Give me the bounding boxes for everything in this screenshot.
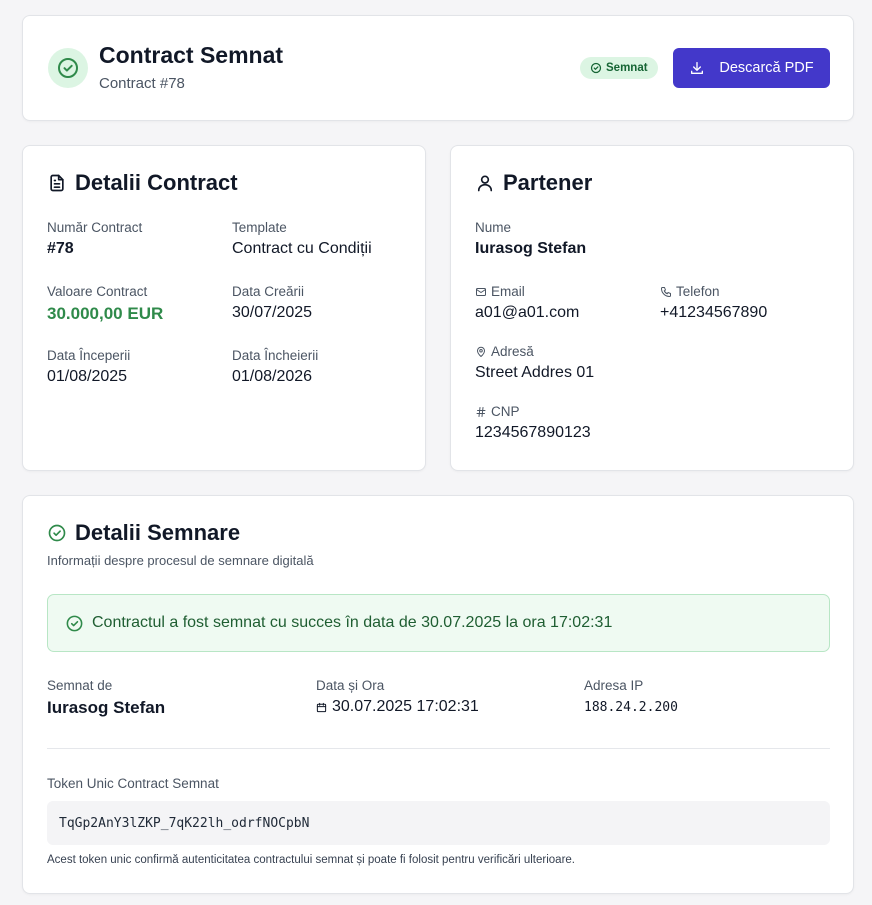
phone-icon [661,286,671,297]
start-date-label: Data Începerii [47,348,131,363]
partner-phone-label-text: Telefon [676,284,720,299]
partner-phone-field: Telefon +41234567890 [660,284,767,322]
partner-phone-value: +41234567890 [660,304,768,321]
partner-cnp-value: 1234567890123 [475,424,591,441]
signed-by-field: Semnat de Iurasog Stefan [47,678,165,718]
partner-cnp-label-text: CNP [491,404,520,419]
template-value: Contract cu Condiții [232,240,372,257]
section-divider [47,748,830,749]
end-date-field: Data Încheierii 01/08/2026 [232,348,318,386]
ip-address-field: Adresa IP 188.24.2.200 [584,678,678,715]
partner-address-value: Street Addres 01 [475,364,595,381]
ip-address-label: Adresa IP [584,678,644,693]
signing-details-subtitle: Informații despre procesul de semnare di… [47,553,314,568]
partner-phone-label: Telefon [660,284,767,299]
end-date-value: 01/08/2026 [232,368,313,385]
contract-number-value: #78 [47,240,74,257]
mail-icon [476,287,486,296]
token-note: Acest token unic confirmă autenticitatea… [47,854,575,866]
contract-number-subtitle: Contract #78 [99,75,185,92]
signing-details-card: Detalii Semnare Informații despre proces… [22,495,854,894]
end-date-label: Data Încheierii [232,348,319,363]
partner-email-label-text: Email [491,284,525,299]
start-date-field: Data Începerii 01/08/2025 [47,348,130,386]
download-icon [691,62,704,74]
check-circle-icon [590,62,602,74]
hash-icon [476,406,486,417]
contract-details-heading: Detalii Contract [47,170,238,196]
header-card: Contract Semnat Contract #78 Semnat Desc… [22,15,854,121]
partner-name-label: Nume [475,220,512,235]
contract-value-label: Valoare Contract [47,284,148,299]
check-circle-icon [66,615,83,631]
template-label: Template [232,220,287,235]
signed-datetime-row: 30.07.2025 17:02:31 [316,698,479,716]
document-icon [50,174,64,192]
partner-email-label: Email [475,284,579,299]
partner-email-value: a01@a01.com [475,304,580,321]
page-title: Contract Semnat [99,42,284,68]
signed-datetime-value: 30.07.2025 17:02:31 [332,698,479,715]
contract-value-field: Valoare Contract 30.000,00 EUR [47,284,163,324]
signing-details-heading: Detalii Semnare [47,520,240,546]
user-icon [477,175,493,192]
ip-address-value: 188.24.2.200 [584,700,678,715]
signed-datetime-label: Data și Ora [316,678,385,693]
contract-details-title: Detalii Contract [75,170,238,195]
partner-cnp-field: CNP 1234567890123 [475,404,591,442]
download-pdf-button[interactable]: Descarcă PDF [673,48,830,88]
signed-status-icon [48,48,88,88]
download-pdf-label: Descarcă PDF [719,60,814,76]
contract-value-amount: 30.000,00 EUR [47,304,164,323]
contract-number-field: Număr Contract #78 [47,220,142,258]
check-circle-icon [48,524,66,542]
token-value-box[interactable]: TqGp2AnY3lZKP_7qK22lh_odrfNOCpbN [47,801,830,845]
token-label: Token Unic Contract Semnat [47,776,219,791]
partner-address-field: Adresă Street Addres 01 [475,344,594,382]
signing-success-message: Contractul a fost semnat cu succes în da… [92,614,613,631]
signed-by-value: Iurasog Stefan [47,698,166,717]
map-pin-icon [477,346,485,357]
start-date-value: 01/08/2025 [47,368,128,385]
created-date-value: 30/07/2025 [232,304,313,321]
contract-number-label: Număr Contract [47,220,143,235]
partner-name-value: Iurasog Stefan [475,240,587,257]
signed-by-label: Semnat de [47,678,113,693]
signing-success-alert: Contractul a fost semnat cu succes în da… [47,594,830,652]
status-badge-label: Semnat [606,62,648,74]
partner-title: Partener [503,170,593,195]
template-field: Template Contract cu Condiții [232,220,372,258]
signed-datetime-field: Data și Ora 30.07.2025 17:02:31 [316,678,479,716]
contract-details-card: Detalii Contract Număr Contract #78 Temp… [22,145,426,471]
partner-name-field: Nume Iurasog Stefan [475,220,586,258]
partner-heading: Partener [475,170,592,196]
calendar-icon [316,702,327,712]
created-date-label: Data Creării [232,284,305,299]
signing-details-title: Detalii Semnare [75,520,241,545]
partner-email-field: Email a01@a01.com [475,284,579,322]
created-date-field: Data Creării 30/07/2025 [232,284,312,322]
token-value[interactable]: TqGp2AnY3lZKP_7qK22lh_odrfNOCpbN [59,816,309,831]
status-badge: Semnat [580,57,658,79]
partner-address-label: Adresă [475,344,594,359]
partner-cnp-label: CNP [475,404,591,419]
partner-card: Partener Nume Iurasog Stefan Email a01@a… [450,145,854,471]
partner-address-label-text: Adresă [491,344,534,359]
